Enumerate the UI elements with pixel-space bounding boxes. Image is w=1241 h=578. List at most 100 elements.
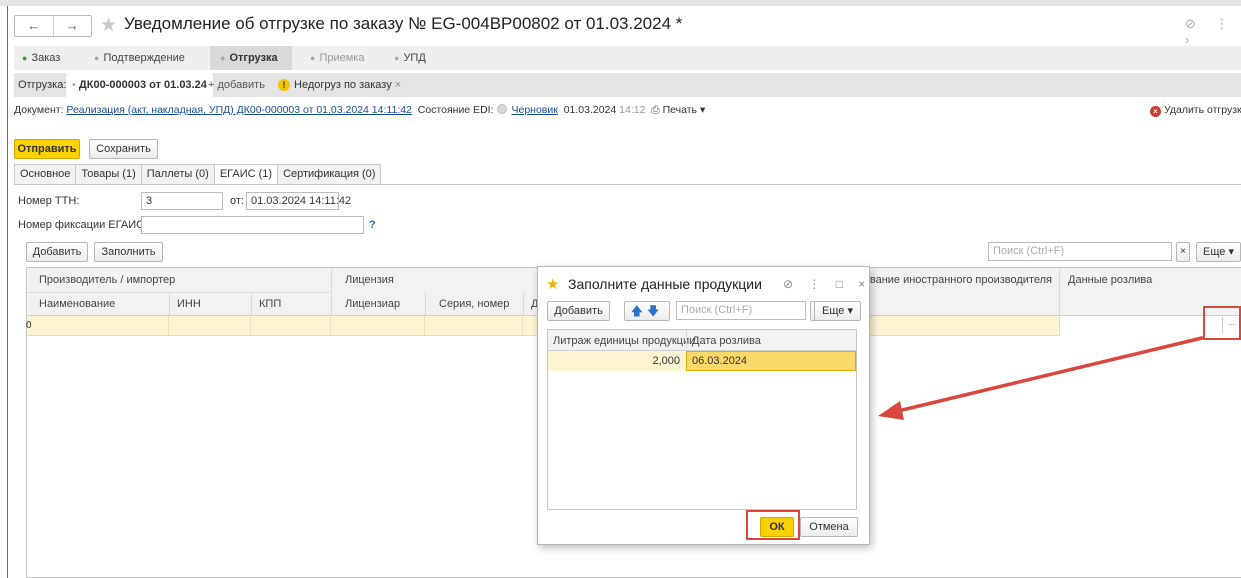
- cell-bottling-date[interactable]: 06.03.2024: [686, 351, 856, 371]
- edi-status-icon: [497, 104, 508, 114]
- cell-kpp[interactable]: [251, 316, 331, 336]
- stage-dot-icon: ●: [94, 53, 100, 63]
- dialog-title: Заполните данные продукции: [568, 276, 762, 292]
- window-title: Уведомление об отгрузке по заказу № EG-0…: [124, 14, 683, 33]
- delete-shipment-button[interactable]: × Удалить отгрузку: [1150, 104, 1241, 117]
- top-strip: [0, 0, 1241, 6]
- stage-label: Подтверждение: [103, 52, 185, 64]
- form-tabs: Основное Товары (1) Паллеты (0) ЕГАИС (1…: [14, 164, 382, 184]
- tab-goods[interactable]: Товары (1): [75, 164, 142, 184]
- header-inn[interactable]: ИНН: [177, 298, 201, 310]
- header-licensee[interactable]: Лицензиар: [345, 298, 400, 310]
- delete-x-icon: ×: [1150, 106, 1161, 117]
- col-separator: [169, 292, 170, 316]
- more-label: Еще: [1203, 246, 1226, 258]
- header-license: Лицензия: [345, 274, 394, 286]
- warning-icon: !: [278, 79, 290, 91]
- back-arrow-icon[interactable]: ←: [15, 16, 54, 36]
- save-button[interactable]: Сохранить: [89, 139, 158, 159]
- left-border: [7, 6, 8, 578]
- ttn-date-field[interactable]: 01.03.2024 14:11:42: [246, 192, 351, 210]
- close-icon[interactable]: ×: [395, 79, 401, 91]
- tab-main[interactable]: Основное: [14, 164, 77, 184]
- cell-name[interactable]: [27, 316, 169, 336]
- col-separator: [425, 292, 426, 316]
- tab-pallets[interactable]: Паллеты (0): [140, 164, 215, 184]
- from-label: от:: [230, 195, 244, 207]
- dialog-more-button[interactable]: Еще ▾: [814, 301, 861, 321]
- tab-certification[interactable]: Сертификация (0): [277, 164, 382, 184]
- cell-inn[interactable]: [169, 316, 251, 336]
- header-volume[interactable]: Литраж единицы продукции: [553, 335, 695, 347]
- dialog-add-button[interactable]: Добавить: [547, 301, 610, 321]
- forward-arrow-icon[interactable]: →: [54, 16, 92, 36]
- ttn-field[interactable]: 3: [141, 192, 223, 210]
- print-menu[interactable]: ⎙ Печать ▾: [651, 104, 705, 116]
- col-separator: [251, 292, 252, 316]
- table-add-button[interactable]: Добавить: [26, 242, 88, 262]
- help-icon[interactable]: ?: [369, 219, 376, 231]
- window-menu-icons[interactable]: ⊘ ⋮ ›: [1185, 16, 1241, 47]
- stage-dot-icon: ●: [310, 53, 316, 63]
- header-producer: Производитель / импортер: [39, 274, 176, 286]
- stage-tabs: ● Заказ ● Подтверждение ● Отгрузка ● Приемка…: [14, 46, 1241, 70]
- stage-dot-icon: ●: [220, 53, 226, 63]
- col-separator: [1059, 268, 1060, 316]
- cell-series[interactable]: [425, 316, 523, 336]
- stage-dot-icon: ●: [394, 53, 400, 63]
- stage-label: Приемка: [319, 52, 365, 64]
- cell-licensee[interactable]: [331, 316, 425, 336]
- cancel-button[interactable]: Отмена: [800, 517, 858, 537]
- stage-confirmation[interactable]: ● Подтверждение: [94, 46, 185, 70]
- table-fill-button[interactable]: Заполнить: [94, 242, 163, 262]
- stage-label: УПД: [403, 52, 426, 64]
- add-shipment-link[interactable]: + добавить: [208, 73, 265, 97]
- arrow-down-icon[interactable]: 🡇: [647, 304, 663, 318]
- table-search-clear-button[interactable]: ×: [1176, 242, 1190, 262]
- ttn-label: Номер ТТН:: [18, 195, 80, 207]
- header-bottling-date[interactable]: Дата розлива: [692, 335, 761, 347]
- move-up-down-buttons[interactable]: 🡅🡇: [624, 301, 670, 321]
- col-separator: [523, 292, 524, 316]
- favorite-star-icon[interactable]: ★: [100, 14, 117, 37]
- print-label: Печать: [662, 104, 698, 116]
- stage-order[interactable]: ● Заказ: [22, 46, 60, 70]
- dialog-window-controls[interactable]: ⊘ ⋮ □ ×: [783, 277, 871, 291]
- send-button[interactable]: Отправить: [14, 139, 80, 159]
- dialog-search-input[interactable]: Поиск (Ctrl+F): [676, 301, 806, 320]
- header-name[interactable]: Наименование: [39, 298, 115, 310]
- document-link[interactable]: Реализация (акт, накладная, УПД) ДК00-00…: [66, 104, 411, 116]
- header-series[interactable]: Серия, номер: [439, 298, 509, 310]
- tab-underline: [14, 184, 1241, 185]
- egais-field[interactable]: [141, 216, 364, 234]
- shipment-current-tab[interactable]: • ДК00-000003 от 01.03.24: [66, 73, 213, 97]
- dialog-table-row[interactable]: 2,000 06.03.2024: [548, 351, 856, 371]
- document-line: Документ: Реализация (акт, накладная, УП…: [14, 104, 705, 117]
- underload-tab[interactable]: ! Недогруз по заказу ×: [278, 73, 401, 97]
- tab-egais[interactable]: ЕГАИС (1): [213, 164, 279, 184]
- header-kpp[interactable]: КПП: [259, 298, 281, 310]
- edi-time: 14:12: [619, 104, 646, 116]
- underload-label: Недогруз по заказу: [294, 79, 392, 91]
- annotation-arrow: [878, 336, 1204, 420]
- col-separator: [686, 330, 687, 351]
- table-search-input[interactable]: Поиск (Ctrl+F): [988, 242, 1172, 261]
- stage-shipment[interactable]: ● Отгрузка: [210, 46, 292, 70]
- bottling-date-value: 06.03.2024: [692, 355, 748, 367]
- edi-state-link[interactable]: Черновик: [511, 104, 557, 116]
- arrow-up-icon[interactable]: 🡅: [631, 304, 647, 318]
- nav-buttons: ← →: [14, 15, 92, 37]
- fill-product-dialog: ★ Заполните данные продукции ⊘ ⋮ □ × Доб…: [537, 266, 870, 545]
- header-foreign-producer[interactable]: Название иностранного производителя: [870, 274, 1052, 286]
- stage-done-dot-icon: ●: [22, 53, 28, 63]
- dialog-table-header: Литраж единицы продукции Дата розлива: [548, 330, 856, 351]
- header-bottling[interactable]: Данные розлива: [1068, 274, 1152, 286]
- cell-volume[interactable]: 2,000: [652, 355, 680, 367]
- row-separator: [27, 292, 331, 293]
- stage-receiving[interactable]: ● Приемка: [310, 46, 364, 70]
- favorite-star-icon[interactable]: ★: [546, 275, 559, 293]
- stage-upd[interactable]: ● УПД: [394, 46, 426, 70]
- shipment-dot-icon: •: [72, 79, 79, 91]
- col-separator: [331, 268, 332, 316]
- table-more-button[interactable]: Еще ▾: [1196, 242, 1241, 262]
